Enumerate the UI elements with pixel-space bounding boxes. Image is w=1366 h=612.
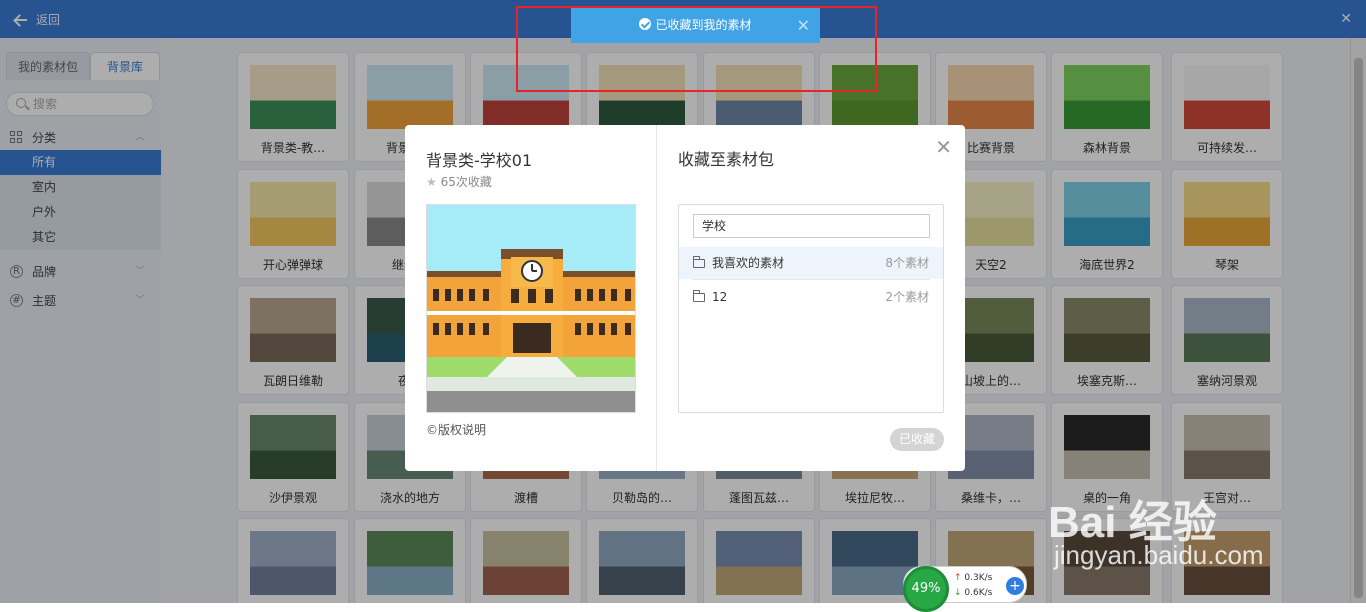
- copyright-link[interactable]: ©版权说明: [426, 421, 486, 438]
- annotation-highlight-box: [516, 6, 877, 92]
- watermark: Bai 经验 jingyan.baidu.com: [1048, 468, 1328, 578]
- download-speed: ↓ 0.6K/s: [954, 588, 992, 598]
- divider: [693, 279, 930, 280]
- plus-icon[interactable]: +: [1006, 577, 1024, 595]
- fav-count: ★ 65次收藏: [426, 173, 492, 190]
- memory-usage-gauge: 49%: [903, 566, 949, 612]
- dialog-preview-panel: 背景类-学校01 ★ 65次收藏 ©版权说明: [405, 125, 657, 471]
- star-icon: ★: [426, 175, 437, 189]
- package-count: 2个素材: [885, 290, 929, 304]
- download-speed-value: 0.6K/s: [964, 588, 993, 598]
- material-preview-image: [426, 204, 636, 413]
- school-illustration: [427, 205, 635, 412]
- upload-speed-value: 0.3K/s: [964, 573, 993, 583]
- package-name: 12: [712, 290, 728, 304]
- collect-dialog: 背景类-学校01 ★ 65次收藏 ©版权说明 收藏至素材包 ✕ 学校 我喜欢的素…: [405, 125, 965, 471]
- package-name: 我喜欢的素材: [712, 256, 785, 270]
- collected-button[interactable]: 已收藏: [890, 428, 944, 451]
- package-item[interactable]: 我喜欢的素材 8个素材: [679, 247, 943, 279]
- arrow-up-icon: ↑: [954, 573, 962, 583]
- watermark-url: jingyan.baidu.com: [1054, 540, 1264, 570]
- package-name-input[interactable]: 学校: [693, 214, 930, 238]
- collect-to-package-title: 收藏至素材包: [678, 150, 775, 169]
- package-count: 8个素材: [885, 256, 929, 270]
- dialog-close-icon[interactable]: ✕: [935, 135, 952, 159]
- material-title: 背景类-学校01: [426, 151, 533, 170]
- folder-icon: [692, 290, 705, 302]
- network-speed-widget[interactable]: 49% ↑ 0.3K/s ↓ 0.6K/s +: [903, 566, 1027, 612]
- package-item[interactable]: 12 2个素材: [679, 281, 943, 313]
- package-list-box: 学校 我喜欢的素材 8个素材 12 2个素材: [678, 204, 944, 413]
- arrow-down-icon: ↓: [954, 588, 962, 598]
- folder-icon: [692, 256, 705, 268]
- fav-count-text: 65次收藏: [440, 175, 492, 189]
- upload-speed: ↑ 0.3K/s: [954, 573, 992, 583]
